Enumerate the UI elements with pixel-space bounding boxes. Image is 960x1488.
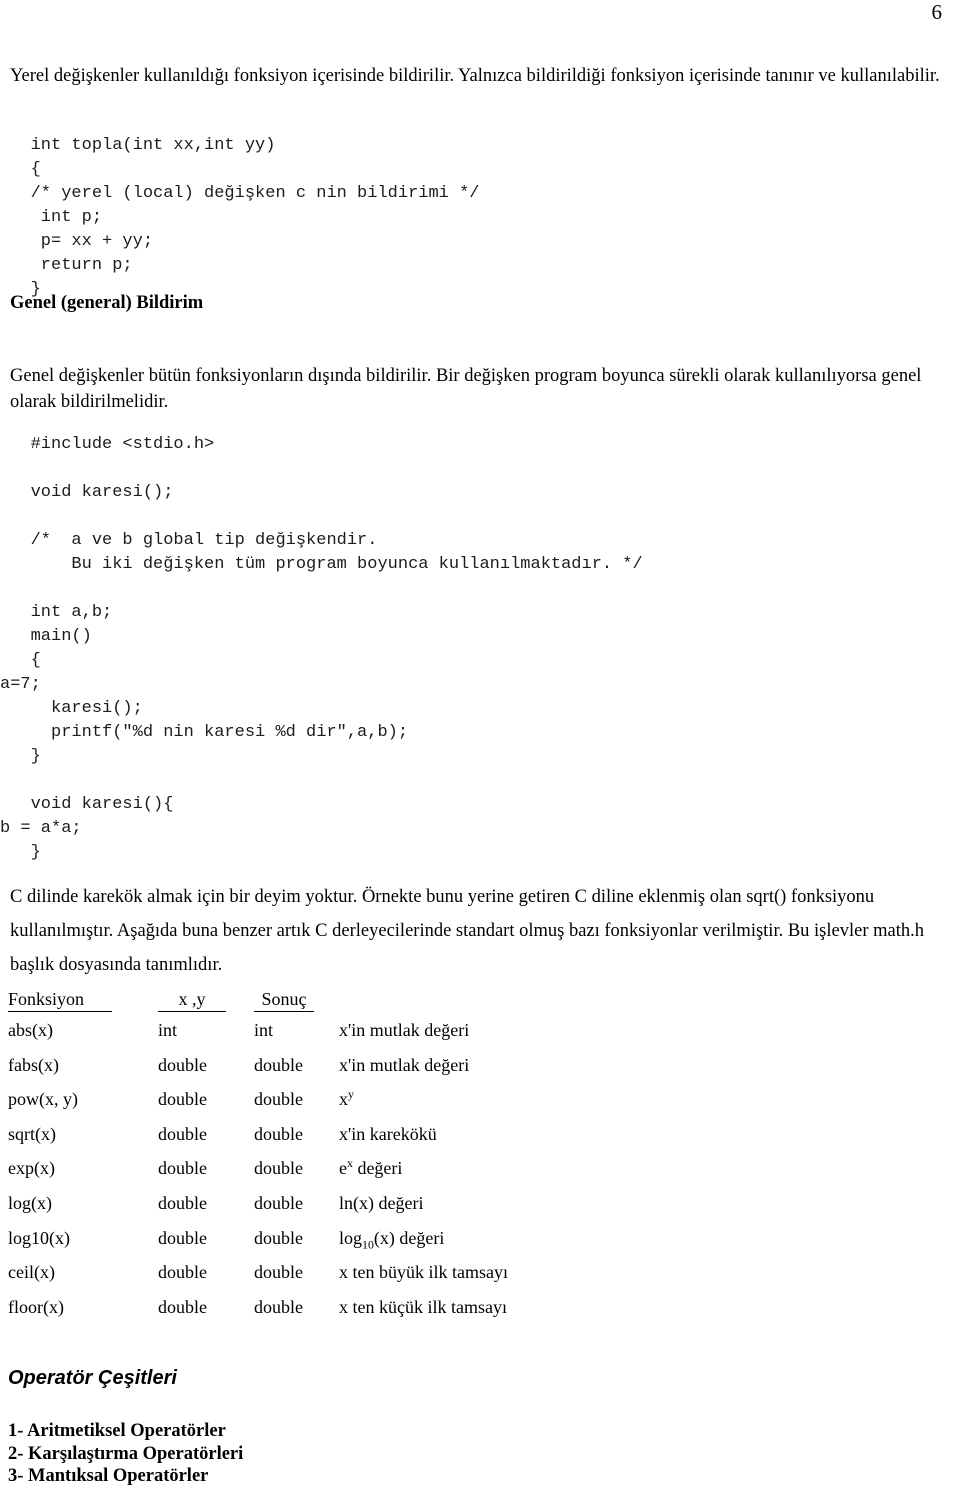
column-header-args: x ,y (158, 988, 254, 1018)
cell-arg: double (158, 1296, 207, 1317)
page-number: 6 (931, 0, 943, 24)
column-header-function: Fonksiyon (8, 988, 158, 1018)
cell-arg: int (158, 1020, 178, 1040)
sqrt-paragraph: C dilinde karekök almak için bir deyim y… (10, 880, 948, 982)
cell-name: abs(x) (8, 1020, 53, 1040)
cell-name: sqrt(x) (8, 1123, 56, 1144)
intro-paragraph: Yerel değişkenler kullanıldığı fonksiyon… (10, 65, 940, 86)
code-block-main-karesi: main() { a=7; karesi(); printf("%d nin k… (0, 627, 409, 862)
table-header-row: Fonksiyon x ,y Sonuç (8, 988, 708, 1018)
table-row: ceil(x) double double x ten büyük ilk tamsa… (8, 1260, 708, 1295)
heading-operator-cesitleri: Operatör Çeşitleri (8, 1367, 177, 1389)
cell-desc: x'in mutlak değeri (339, 1020, 470, 1040)
table-row: exp(x) double double ex değeri (8, 1156, 708, 1191)
table-row: pow(x, y) double double xy (8, 1087, 708, 1122)
cell-name: pow(x, y) (8, 1089, 78, 1110)
cell-result: double (254, 1192, 303, 1213)
cell-arg: double (158, 1192, 207, 1213)
cell-result: double (254, 1296, 303, 1317)
cell-result: double (254, 1089, 303, 1110)
cell-desc: x'in karekökü (339, 1123, 437, 1144)
cell-desc: xy (339, 1087, 354, 1110)
cell-arg: double (158, 1227, 207, 1248)
cell-desc: x ten büyük ilk tamsayı (339, 1262, 508, 1283)
table-header: Fonksiyon x ,y Sonuç (8, 988, 708, 1018)
cell-desc: x'in mutlak değeri (339, 1054, 470, 1075)
cell-desc: x ten küçük ilk tamsayı (339, 1296, 507, 1317)
table-body: abs(x) int int x'in mutlak değeri fabs(x) dou… (8, 1018, 708, 1329)
operator-type-list: 1- Aritmetiksel Operatörler 2- Karşılaştı… (8, 1420, 243, 1488)
cell-result: int (254, 1020, 274, 1040)
cell-result: double (254, 1054, 303, 1075)
cell-arg: double (158, 1262, 207, 1283)
cell-name: fabs(x) (8, 1054, 59, 1075)
cell-arg: double (158, 1158, 207, 1179)
heading-genel-bildirim: Genel (general) Bildirim (10, 293, 204, 313)
sqrt-paragraph-line-2: kullanılmıştır. Aşağıda buna benzer artı… (10, 921, 924, 941)
document-page: 6 Yerel değişkenler kullanıldığı fonksiy… (0, 0, 960, 1488)
cell-name: floor(x) (8, 1296, 64, 1317)
cell-arg: double (158, 1123, 207, 1144)
cell-name: ceil(x) (8, 1262, 55, 1283)
code-block-topla: int topla(int xx,int yy) { /* yerel (loc… (30, 136, 480, 299)
table-row: abs(x) int int x'in mutlak değeri (8, 1018, 708, 1053)
operator-list-item: 2- Karşılaştırma Operatörleri (8, 1443, 244, 1464)
code-block-globals: #include <stdio.h> void karesi(); /* a v… (30, 435, 643, 622)
cell-arg: double (158, 1054, 207, 1075)
cell-desc: ex değeri (339, 1156, 403, 1179)
genel-paragraph: Genel değişkenler bütün fonksiyonların d… (10, 365, 922, 412)
cell-desc: log10(x) değeri (339, 1227, 445, 1252)
cell-result: double (254, 1158, 303, 1179)
cell-name: log10(x) (8, 1227, 70, 1248)
sqrt-paragraph-line-1: C dilinde karekök almak için bir deyim y… (10, 887, 875, 907)
math-functions-table: Fonksiyon x ,y Sonuç abs(x) int int x'in mu… (8, 988, 708, 1329)
cell-arg: double (158, 1089, 207, 1110)
cell-name: log(x) (8, 1192, 52, 1213)
table-row: fabs(x) double double x'in mutlak değeri (8, 1053, 708, 1088)
table-row: log10(x) double double log10(x) değeri (8, 1226, 708, 1261)
column-header-result: Sonuç (254, 988, 339, 1018)
operator-list-item: 3- Mantıksal Operatörler (8, 1466, 209, 1486)
cell-result: double (254, 1227, 303, 1248)
table-row: floor(x) double double x ten küçük ilk tams… (8, 1295, 708, 1330)
cell-result: double (254, 1123, 303, 1144)
operator-list-item: 1- Aritmetiksel Operatörler (8, 1421, 226, 1441)
sqrt-paragraph-line-3: başlık dosyasında tanımlıdır. (10, 955, 223, 975)
cell-result: double (254, 1262, 303, 1283)
cell-desc: ln(x) değeri (339, 1192, 424, 1213)
cell-name: exp(x) (8, 1158, 55, 1179)
table-row: sqrt(x) double double x'in karekökü (8, 1122, 708, 1157)
table-row: log(x) double double ln(x) değeri (8, 1191, 708, 1226)
column-header-description (339, 988, 708, 1018)
